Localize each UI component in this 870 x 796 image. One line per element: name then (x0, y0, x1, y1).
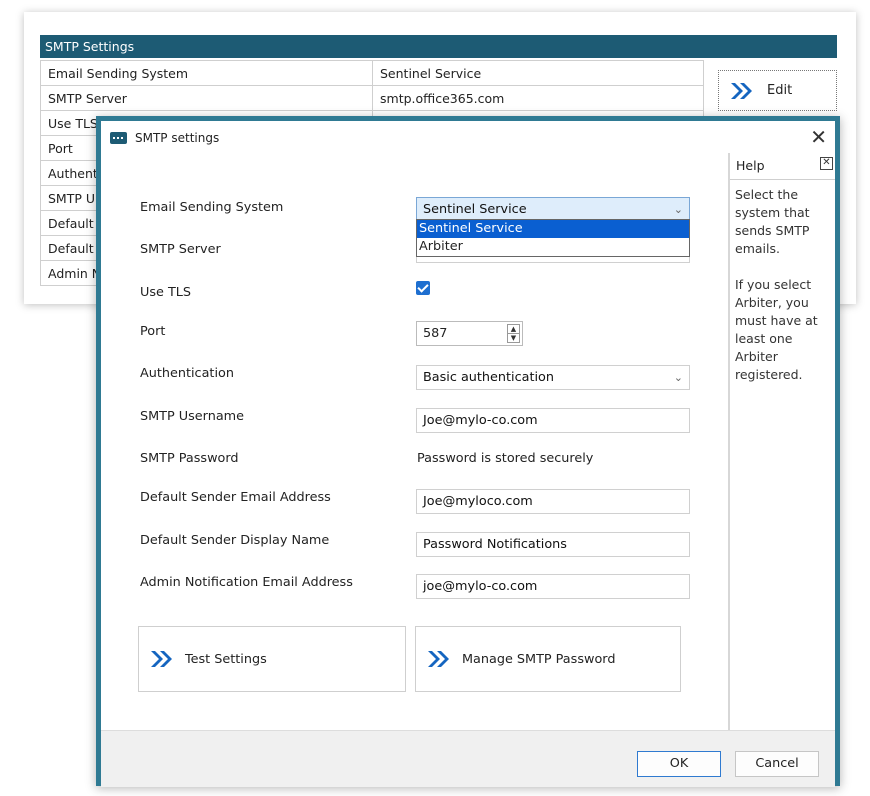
smtp-password-status: Password is stored securely (417, 451, 594, 466)
admin-email-input[interactable]: joe@mylo-co.com (416, 574, 690, 599)
email-system-label: Email Sending System (140, 200, 284, 215)
smtp-settings-dialog: SMTP settings ✕ Email Sending System SMT… (96, 116, 840, 787)
chevron-down-icon: ⌄ (673, 203, 683, 216)
edit-button-label: Edit (767, 83, 793, 98)
email-system-value: Sentinel Service (423, 202, 527, 217)
setting-value-cell: Sentinel Service (372, 60, 704, 86)
edit-button[interactable]: Edit (718, 70, 837, 111)
dialog-footer: OK Cancel (101, 730, 835, 787)
email-system-dropdown-list: Sentinel Service Arbiter (416, 219, 690, 257)
use-tls-label: Use TLS (140, 285, 192, 300)
authentication-label: Authentication (140, 366, 234, 381)
authentication-select[interactable]: Basic authentication ⌄ (416, 365, 690, 390)
double-chevron-right-icon (151, 651, 172, 667)
smtp-password-label: SMTP Password (140, 451, 239, 466)
help-close-icon[interactable]: ✕ (820, 157, 833, 170)
help-paragraph-2: If you select Arbiter, you must have at … (735, 277, 818, 382)
table-row: Email Sending System Sentinel Service (40, 60, 704, 86)
setting-value-cell: smtp.office365.com (372, 85, 704, 111)
smtp-username-label: SMTP Username (140, 409, 244, 424)
dropdown-option-sentinel-service[interactable]: Sentinel Service (417, 220, 689, 238)
dropdown-option-arbiter[interactable]: Arbiter (417, 238, 689, 256)
help-text: Select the system that sends SMTP emails… (730, 180, 835, 408)
sender-email-input[interactable]: Joe@myloco.com (416, 489, 690, 514)
chevron-down-icon: ⌄ (673, 371, 683, 384)
setting-name-cell: Email Sending System (40, 60, 373, 86)
smtp-app-icon (110, 132, 127, 144)
port-label: Port (140, 324, 166, 339)
port-value: 587 (423, 326, 448, 341)
port-spin-buttons[interactable]: ▲ ▼ (507, 324, 520, 343)
cancel-button[interactable]: Cancel (735, 751, 819, 777)
spin-down-icon[interactable]: ▼ (508, 334, 519, 342)
help-pane: Help ✕ Select the system that sends SMTP… (728, 153, 835, 732)
smtp-server-label: SMTP Server (140, 242, 221, 257)
double-chevron-right-icon (731, 82, 752, 99)
manage-smtp-password-label: Manage SMTP Password (462, 651, 616, 667)
settings-header: SMTP Settings (40, 35, 837, 58)
help-title: Help (736, 158, 765, 173)
authentication-value: Basic authentication (423, 370, 554, 385)
spin-up-icon[interactable]: ▲ (508, 325, 519, 334)
sender-name-input[interactable]: Password Notifications (416, 532, 690, 557)
sender-email-label: Default Sender Email Address (140, 490, 331, 505)
test-settings-button[interactable]: Test Settings (138, 626, 406, 692)
double-chevron-right-icon (428, 651, 449, 667)
help-paragraph-1: Select the system that sends SMTP emails… (735, 187, 810, 256)
close-icon[interactable]: ✕ (810, 125, 827, 149)
help-header: Help ✕ (730, 153, 835, 180)
ok-button[interactable]: OK (637, 751, 721, 777)
setting-name-cell: SMTP Server (40, 85, 373, 111)
table-row: SMTP Server smtp.office365.com (40, 85, 704, 111)
use-tls-checkbox[interactable] (416, 281, 430, 295)
dialog-title: SMTP settings (135, 131, 220, 145)
sender-name-label: Default Sender Display Name (140, 533, 330, 548)
test-settings-label: Test Settings (185, 651, 267, 667)
admin-email-label: Admin Notification Email Address (140, 575, 353, 590)
port-spinner[interactable]: 587 ▲ ▼ (416, 321, 523, 346)
dialog-titlebar: SMTP settings ✕ (101, 121, 835, 155)
smtp-username-input[interactable]: Joe@mylo-co.com (416, 408, 690, 433)
manage-smtp-password-button[interactable]: Manage SMTP Password (415, 626, 681, 692)
